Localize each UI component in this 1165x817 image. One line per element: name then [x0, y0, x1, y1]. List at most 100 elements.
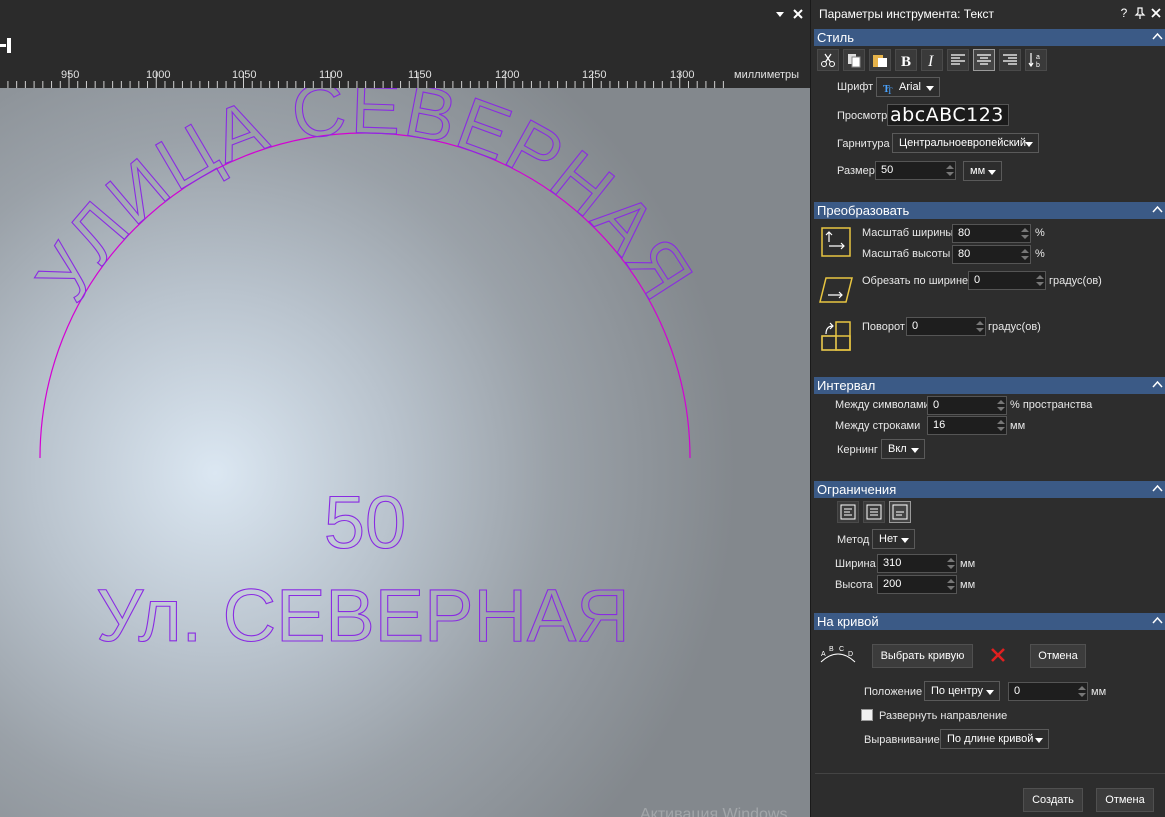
charset-select[interactable]: Центральноевропейский [892, 133, 1039, 153]
width-scale-input[interactable]: 80 [952, 224, 1031, 243]
size-spinner[interactable] [945, 163, 954, 178]
footer-divider [815, 773, 1165, 774]
curve-offset-value: 0 [1014, 685, 1021, 697]
align-left-button[interactable] [947, 49, 969, 71]
limit-align-middle-button[interactable] [863, 501, 885, 523]
paste-button[interactable] [869, 49, 891, 71]
canvas-area[interactable]: 950 1000 1050 1100 1150 1200 1250 1300 м… [0, 0, 810, 817]
limit-align-top-button[interactable] [837, 501, 859, 523]
curve-offset-spinner[interactable] [1077, 684, 1086, 699]
height-scale-spinner[interactable] [1020, 247, 1029, 262]
chevron-up-icon[interactable] [1152, 31, 1163, 42]
svg-text:I: I [927, 53, 934, 68]
close-icon[interactable] [790, 6, 806, 22]
sort-text-icon: ab [1028, 53, 1040, 68]
chevron-up-icon[interactable] [1152, 483, 1163, 494]
section-style-header[interactable]: Стиль [814, 29, 1165, 46]
chevron-down-icon [986, 690, 994, 695]
rotate-spinner[interactable] [975, 319, 984, 334]
ruler-unit-label: миллиметры [734, 69, 800, 81]
section-title: Ограничения [817, 482, 897, 497]
cancel-button[interactable]: Отмена [1096, 788, 1154, 812]
bold-button[interactable]: B [895, 49, 917, 71]
preview-label: Просмотр [837, 110, 888, 122]
shear-spinner[interactable] [1035, 273, 1044, 288]
help-button[interactable]: ? [1117, 6, 1131, 20]
design-drawing[interactable]: УЛИЦА СЕВЕРНАЯ 50 Ул. СЕВЕРНАЯ [0, 88, 810, 817]
font-value: Arial [899, 81, 922, 93]
align-middle-icon [866, 504, 882, 520]
limit-width-spinner[interactable] [946, 556, 955, 571]
ruler-label: 1000 [146, 69, 171, 81]
activation-watermark: Активация Windows [640, 806, 788, 817]
rotate-input[interactable]: 0 [906, 317, 986, 336]
line-spacing-spinner[interactable] [996, 418, 1005, 433]
limit-align-bottom-button[interactable] [889, 501, 911, 523]
size-unit-select[interactable]: мм [963, 161, 1002, 181]
section-title: Интервал [817, 378, 876, 393]
reverse-direction-checkbox[interactable] [861, 709, 873, 721]
section-on-curve-header[interactable]: На кривой [814, 613, 1165, 630]
align-select[interactable]: По длине кривой [940, 729, 1049, 749]
section-transform-header[interactable]: Преобразовать [814, 202, 1165, 219]
cut-button[interactable] [817, 49, 839, 71]
size-input[interactable]: 50 [875, 161, 956, 180]
text-on-curve-icon: A B C D [820, 646, 856, 663]
chevron-up-icon[interactable] [1152, 204, 1163, 215]
kerning-value: Вкл [888, 443, 907, 455]
width-scale-spinner[interactable] [1020, 226, 1029, 241]
panel-titlebar: Параметры инструмента: Текст ? [811, 0, 1165, 28]
truetype-icon: TT [883, 84, 893, 94]
italic-icon: I [927, 53, 934, 68]
select-curve-button[interactable]: Выбрать кривую [872, 644, 973, 668]
char-spacing-label: Между символами [835, 399, 930, 411]
reverse-direction-label: Развернуть направление [879, 710, 1008, 722]
height-scale-input[interactable]: 80 [952, 245, 1031, 264]
arc-text[interactable]: УЛИЦА СЕВЕРНАЯ [19, 88, 710, 315]
create-button[interactable]: Создать [1023, 788, 1083, 812]
percent-unit: % [1035, 248, 1045, 260]
close-icon[interactable] [1149, 6, 1163, 20]
kerning-select[interactable]: Вкл [881, 439, 925, 459]
remove-curve-icon[interactable] [989, 646, 1007, 664]
copy-button[interactable] [843, 49, 865, 71]
curve-offset-input[interactable]: 0 [1008, 682, 1088, 701]
document-tab-strip [0, 0, 810, 64]
section-limits-header[interactable]: Ограничения [814, 481, 1165, 498]
rotate-icon [821, 321, 851, 351]
align-center-icon [977, 54, 991, 65]
chevron-down-icon[interactable] [772, 6, 788, 22]
street-text[interactable]: Ул. СЕВЕРНАЯ [96, 573, 631, 657]
chevron-up-icon[interactable] [1152, 615, 1163, 626]
limit-width-input[interactable]: 310 [877, 554, 957, 573]
char-spacing-value: 0 [933, 399, 940, 411]
text-direction-button[interactable]: ab [1025, 49, 1047, 71]
pin-icon[interactable] [1133, 6, 1147, 20]
italic-button[interactable]: I [921, 49, 943, 71]
char-spacing-input[interactable]: 0 [927, 396, 1007, 415]
char-spacing-spinner[interactable] [996, 398, 1005, 413]
svg-text:A: A [821, 651, 826, 658]
scissors-icon [821, 53, 835, 67]
method-select[interactable]: Нет [872, 529, 915, 549]
limit-height-spinner[interactable] [946, 577, 955, 592]
position-select[interactable]: По центру [924, 681, 1000, 701]
align-center-button[interactable] [973, 49, 995, 71]
align-label: Выравнивание [864, 734, 940, 746]
font-select[interactable]: TT Arial [876, 77, 940, 97]
section-spacing-header[interactable]: Интервал [814, 377, 1165, 394]
line-spacing-input[interactable]: 16 [927, 416, 1007, 435]
charset-label: Гарнитура [837, 138, 890, 150]
chevron-down-icon [1035, 738, 1043, 743]
chevron-down-icon [926, 86, 934, 91]
size-label: Размер [837, 165, 875, 177]
curve-cancel-button[interactable]: Отмена [1030, 644, 1086, 668]
shear-input[interactable]: 0 [968, 271, 1046, 290]
limit-height-input[interactable]: 200 [877, 575, 957, 594]
number-text[interactable]: 50 [323, 480, 406, 564]
design-workspace[interactable]: УЛИЦА СЕВЕРНАЯ 50 Ул. СЕВЕРНАЯ [0, 88, 810, 817]
charset-value: Центральноевропейский [899, 137, 1026, 149]
chevron-up-icon[interactable] [1152, 379, 1163, 390]
align-right-button[interactable] [999, 49, 1021, 71]
chevron-down-icon [911, 448, 919, 453]
